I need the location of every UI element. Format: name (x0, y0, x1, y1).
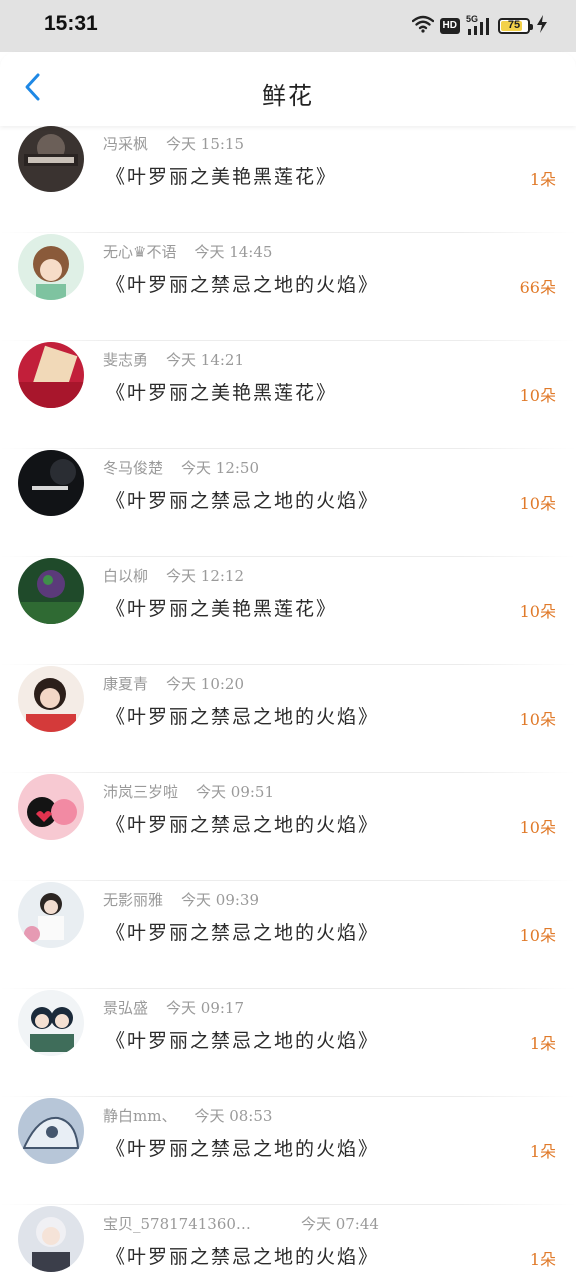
list-item[interactable]: 冯采枫 今天 15:15 《叶罗丽之美艳黑莲花》 1朵 (0, 126, 576, 233)
battery-icon: 75 (498, 18, 533, 34)
avatar[interactable] (18, 342, 84, 408)
list-item[interactable]: 无影丽雅 今天 09:39 《叶罗丽之禁忌之地的火焰》 10朵 (0, 882, 576, 989)
sender-name: 冬马俊楚 (103, 459, 164, 477)
avatar[interactable] (18, 126, 84, 192)
work-title: 《叶罗丽之禁忌之地的火焰》 (106, 490, 380, 512)
gift-time: 今天 14:21 (166, 351, 245, 369)
work-title: 《叶罗丽之禁忌之地的火焰》 (106, 1138, 380, 1160)
gift-time: 今天 09:17 (166, 999, 245, 1017)
divider (0, 1096, 576, 1097)
divider (0, 772, 576, 773)
avatar[interactable] (18, 990, 84, 1056)
divider (0, 988, 576, 989)
gift-time: 今天 08:53 (194, 1107, 273, 1125)
flower-count: 66朵 (519, 278, 556, 297)
avatar[interactable] (18, 1206, 84, 1272)
flower-count: 1朵 (529, 170, 556, 189)
gift-list: 冯采枫 今天 15:15 《叶罗丽之美艳黑莲花》 1朵 无心♛不语 今天 14:45… (0, 126, 576, 1280)
flower-count: 10朵 (519, 386, 556, 405)
sender-name: 斐志勇 (103, 351, 149, 369)
list-item[interactable]: 沛岚三岁啦 今天 09:51 《叶罗丽之禁忌之地的火焰》 10朵 (0, 774, 576, 881)
status-bar: 15:31 HD 5G 75 (0, 0, 576, 52)
list-item[interactable]: 宝贝_5781741360… 今天 07:44 《叶罗丽之禁忌之地的火焰》 1朵 (0, 1206, 576, 1280)
page-title: 鲜花 (262, 82, 314, 110)
list-item[interactable]: 冬马俊楚 今天 12:50 《叶罗丽之禁忌之地的火焰》 10朵 (0, 450, 576, 557)
flower-count: 1朵 (529, 1142, 556, 1161)
divider (0, 448, 576, 449)
divider (0, 556, 576, 557)
work-title: 《叶罗丽之美艳黑莲花》 (106, 166, 338, 188)
work-title: 《叶罗丽之禁忌之地的火焰》 (106, 274, 380, 296)
work-title: 《叶罗丽之禁忌之地的火焰》 (106, 922, 380, 944)
avatar[interactable] (18, 450, 84, 516)
list-item[interactable]: 静白mm、 今天 08:53 《叶罗丽之禁忌之地的火焰》 1朵 (0, 1098, 576, 1205)
sender-name: 景弘盛 (103, 999, 149, 1017)
work-title: 《叶罗丽之禁忌之地的火焰》 (106, 814, 380, 836)
gift-time: 今天 15:15 (166, 135, 245, 153)
work-title: 《叶罗丽之禁忌之地的火焰》 (106, 706, 380, 728)
divider (0, 880, 576, 881)
divider (0, 232, 576, 233)
work-title: 《叶罗丽之美艳黑莲花》 (106, 598, 338, 620)
sender-name: 沛岚三岁啦 (103, 783, 179, 801)
avatar[interactable] (18, 882, 84, 948)
gift-time: 今天 07:44 (300, 1215, 379, 1233)
work-title: 《叶罗丽之禁忌之地的火焰》 (106, 1030, 380, 1052)
charging-bolt-icon (536, 14, 548, 38)
battery-level: 75 (507, 19, 521, 31)
avatar[interactable] (18, 234, 84, 300)
signal-icon: 5G (466, 14, 492, 36)
flower-count: 10朵 (519, 818, 556, 837)
status-time: 15:31 (44, 12, 98, 35)
nav-bar: 鲜花 (0, 52, 576, 126)
divider (0, 1204, 576, 1205)
sender-name: 无影丽雅 (103, 891, 164, 909)
hd-badge: HD (439, 18, 460, 34)
list-item[interactable]: 景弘盛 今天 09:17 《叶罗丽之禁忌之地的火焰》 1朵 (0, 990, 576, 1097)
sender-name: 静白mm、 (103, 1107, 177, 1125)
sender-name: 白以柳 (103, 567, 149, 585)
avatar[interactable] (18, 558, 84, 624)
list-item[interactable]: 白以柳 今天 12:12 《叶罗丽之美艳黑莲花》 10朵 (0, 558, 576, 665)
avatar[interactable] (18, 1098, 84, 1164)
gift-time: 今天 12:50 (181, 459, 260, 477)
flower-count: 10朵 (519, 494, 556, 513)
sender-name: 无心♛不语 (103, 243, 177, 261)
status-icons: HD 5G 75 (411, 14, 548, 38)
gift-time: 今天 10:20 (166, 675, 245, 693)
flower-count: 1朵 (529, 1250, 556, 1269)
sender-name: 冯采枫 (103, 135, 149, 153)
work-title: 《叶罗丽之禁忌之地的火焰》 (106, 1246, 380, 1268)
avatar[interactable] (18, 774, 84, 840)
list-item[interactable]: 无心♛不语 今天 14:45 《叶罗丽之禁忌之地的火焰》 66朵 (0, 234, 576, 341)
sender-name: 宝贝_5781741360… (103, 1215, 251, 1233)
divider (0, 664, 576, 665)
work-title: 《叶罗丽之美艳黑莲花》 (106, 382, 338, 404)
sender-name: 康夏青 (103, 675, 149, 693)
gift-time: 今天 12:12 (166, 567, 245, 585)
list-item[interactable]: 斐志勇 今天 14:21 《叶罗丽之美艳黑莲花》 10朵 (0, 342, 576, 449)
flower-count: 10朵 (519, 710, 556, 729)
list-item[interactable]: 康夏青 今天 10:20 《叶罗丽之禁忌之地的火焰》 10朵 (0, 666, 576, 773)
avatar[interactable] (18, 666, 84, 732)
wifi-icon (411, 15, 434, 37)
gift-time: 今天 14:45 (194, 243, 273, 261)
divider (0, 340, 576, 341)
gift-time: 今天 09:51 (196, 783, 275, 801)
flower-count: 10朵 (519, 602, 556, 621)
flower-count: 10朵 (519, 926, 556, 945)
gift-time: 今天 09:39 (181, 891, 260, 909)
flower-count: 1朵 (529, 1034, 556, 1053)
